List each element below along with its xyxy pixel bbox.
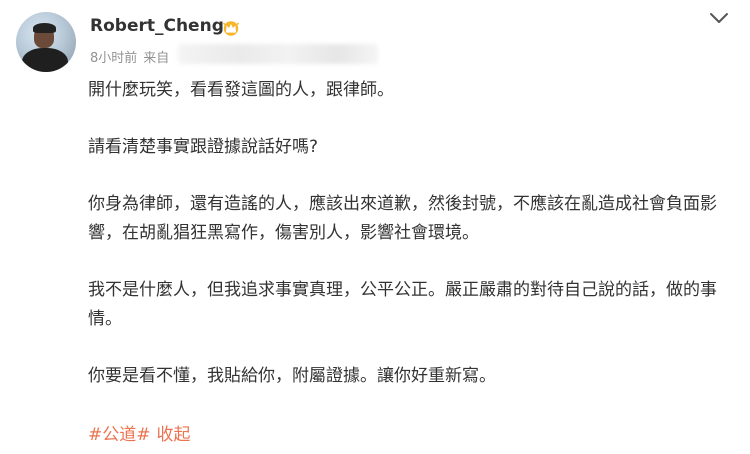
hashtag-link[interactable]: #公道# — [88, 425, 151, 445]
post-footer: #公道# 收起 — [88, 421, 191, 450]
author-name[interactable]: Robert_Cheng — [90, 16, 224, 36]
post-time[interactable]: 8小时前 — [90, 51, 137, 66]
weibo-post: Robert_Cheng 8小时前 来自 開什麼玩笑，看看發這圖的人，跟律師。 請… — [0, 0, 750, 454]
source-label: 来自 — [143, 51, 170, 66]
collapse-button[interactable]: 收起 — [157, 425, 191, 445]
post-paragraph: 請看清楚事實跟證據說話好嗎? — [88, 137, 319, 157]
blurred-source — [178, 44, 378, 64]
post-paragraph: 我不是什麼人，但我追求事實真理，公平公正。嚴正嚴肅的對待自己說的話，做的事情。 — [88, 280, 717, 329]
avatar[interactable] — [16, 12, 76, 72]
crown-icon — [222, 21, 240, 36]
post-content: 開什麼玩笑，看看發這圖的人，跟律師。 請看清楚事實跟證據說話好嗎? 你身為律師，… — [88, 76, 738, 420]
avatar-figure-body — [22, 48, 68, 72]
post-paragraph: 你身為律師，還有造謠的人，應該出來道歉，然後封號，不應該在亂造成社會負面影響，在… — [88, 194, 717, 243]
avatar-figure-hair — [33, 23, 56, 33]
post-meta: 8小时前 来自 — [90, 47, 169, 66]
post-paragraph: 開什麼玩笑，看看發這圖的人，跟律師。 — [88, 80, 394, 100]
post-paragraph: 你要是看不懂，我貼給你，附屬證據。讓你好重新寫。 — [88, 366, 496, 386]
chevron-down-icon[interactable] — [707, 9, 731, 27]
